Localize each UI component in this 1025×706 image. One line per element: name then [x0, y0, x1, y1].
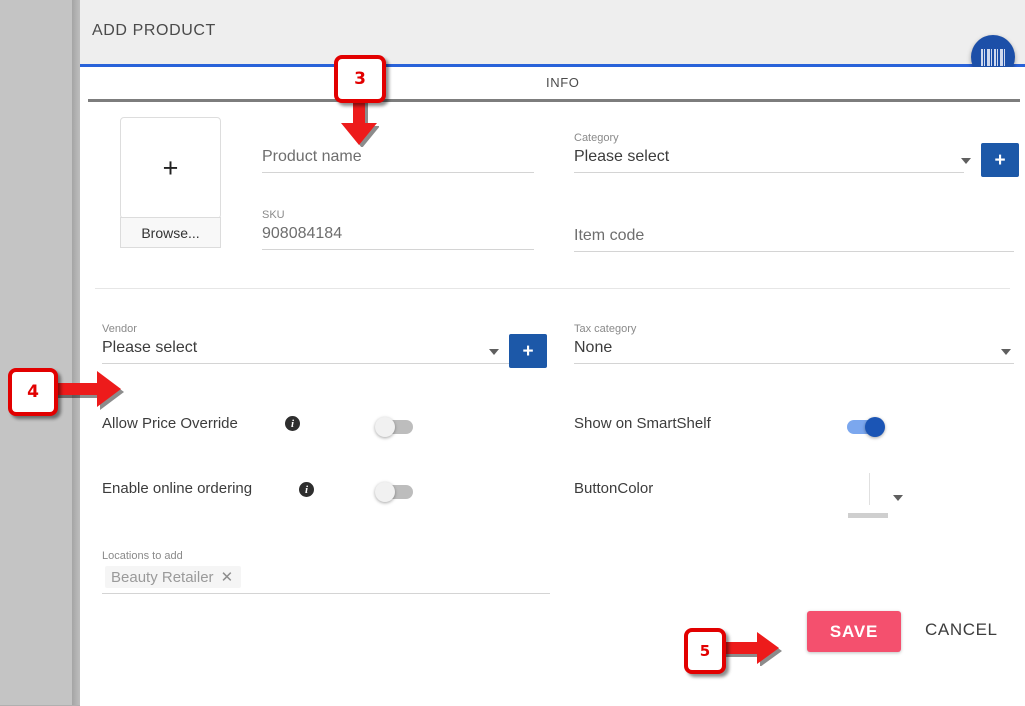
toggle-knob: [375, 482, 395, 502]
background-row: [0, 498, 80, 606]
background-row: [0, 605, 80, 706]
annotation-badge-5: 5: [684, 628, 726, 674]
annotation-badge-4: 4: [8, 368, 58, 416]
background-row: [0, 0, 80, 183]
category-value: Please select: [574, 148, 670, 165]
field-underline: [102, 363, 512, 364]
close-icon[interactable]: ✕: [221, 568, 234, 586]
field-underline: [574, 172, 964, 173]
field-underline: [574, 251, 1014, 252]
locations-label: Locations to add: [102, 550, 183, 562]
tax-category-value: None: [574, 339, 613, 356]
product-form: + Browse... Product name SKU 908084184 C…: [80, 102, 1025, 705]
plus-icon: +: [162, 152, 179, 183]
vendor-label: Vendor: [102, 323, 137, 335]
toggle-knob: [375, 417, 395, 437]
chevron-down-icon[interactable]: [961, 158, 971, 164]
product-image-placeholder[interactable]: +: [120, 117, 221, 219]
tax-category-field[interactable]: Tax category None: [574, 323, 1014, 364]
info-icon[interactable]: i: [299, 482, 314, 497]
page-title: ADD PRODUCT: [92, 22, 216, 39]
item-code-field[interactable]: Item code: [574, 224, 1014, 252]
allow-price-override-label: Allow Price Override: [102, 415, 238, 432]
enable-online-ordering-toggle[interactable]: [375, 482, 413, 502]
background-row: [0, 280, 80, 356]
info-icon[interactable]: i: [285, 416, 300, 431]
field-underline: [102, 593, 550, 594]
button-color-stem: [869, 473, 870, 505]
screen: ADD PRODUCT INFO + Browse... Product nam…: [0, 0, 1025, 706]
chevron-down-icon[interactable]: [489, 349, 499, 355]
annotation-badge-3: 3: [334, 55, 386, 103]
field-underline: [574, 363, 1014, 364]
background-page: [0, 0, 80, 706]
category-field[interactable]: Category Please select: [574, 132, 964, 173]
toggle-knob: [865, 417, 885, 437]
sku-label: SKU: [262, 209, 285, 221]
location-chip-beauty-retailer[interactable]: Beauty Retailer ✕: [105, 566, 242, 588]
sku-value: 908084184: [262, 225, 343, 242]
show-on-smartshelf-label: Show on SmartShelf: [574, 415, 711, 432]
chevron-down-icon[interactable]: [893, 495, 903, 501]
tab-info[interactable]: INFO: [546, 75, 579, 90]
cancel-button[interactable]: CANCEL: [925, 620, 998, 640]
field-underline: [262, 172, 534, 173]
show-on-smartshelf-toggle[interactable]: [847, 417, 885, 437]
add-product-dialog: ADD PRODUCT INFO + Browse... Product nam…: [80, 0, 1025, 705]
dialog-header: ADD PRODUCT: [80, 0, 1025, 64]
field-underline: [262, 249, 534, 250]
vendor-field[interactable]: Vendor Please select: [102, 323, 512, 364]
section-divider: [95, 288, 1010, 289]
background-row: [0, 182, 80, 281]
background-row: [0, 448, 80, 499]
category-label: Category: [574, 132, 619, 144]
button-color-label: ButtonColor: [574, 480, 654, 497]
tax-category-label: Tax category: [574, 323, 637, 335]
allow-price-override-toggle[interactable]: [375, 417, 413, 437]
barcode-glyph: [980, 48, 1006, 66]
add-category-button[interactable]: +: [981, 143, 1019, 177]
sku-field[interactable]: SKU 908084184: [262, 209, 534, 250]
save-button[interactable]: SAVE: [807, 611, 901, 652]
item-code-placeholder: Item code: [574, 227, 645, 244]
tab-bar: INFO: [80, 67, 1025, 102]
product-name-placeholder: Product name: [262, 148, 362, 165]
vendor-value: Please select: [102, 339, 198, 356]
annotation-arrow-4: [49, 371, 124, 410]
location-chip-label: Beauty Retailer: [111, 568, 214, 586]
product-name-field[interactable]: Product name: [262, 145, 534, 173]
enable-online-ordering-label: Enable online ordering: [102, 480, 253, 497]
button-color-swatch[interactable]: [848, 513, 888, 518]
add-vendor-button[interactable]: +: [509, 334, 547, 368]
chevron-down-icon[interactable]: [1001, 349, 1011, 355]
browse-button[interactable]: Browse...: [120, 217, 221, 248]
